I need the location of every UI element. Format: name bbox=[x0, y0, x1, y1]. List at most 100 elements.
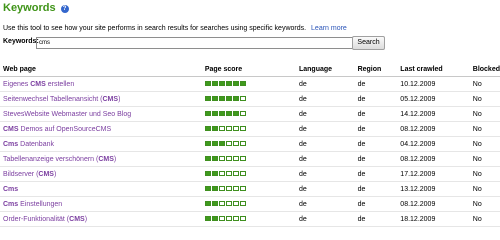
web-page-text-suffix: erstellen bbox=[45, 80, 75, 88]
score-segment bbox=[218, 96, 225, 102]
web-page-text: StevesWebsite Webmaster und Seo Blog bbox=[3, 110, 132, 118]
score-segment bbox=[225, 111, 232, 117]
score-segment bbox=[232, 201, 239, 207]
search-button[interactable]: Search bbox=[352, 36, 385, 50]
page-score-cell bbox=[201, 76, 296, 92]
last-crawled-cell: 08.12.2009 bbox=[397, 121, 470, 137]
score-segment bbox=[225, 186, 232, 192]
column-header-web-page[interactable]: Web page bbox=[0, 62, 202, 77]
score-segment bbox=[239, 216, 246, 222]
web-page-link[interactable]: Tabellenanzeige verschönern (CMS) bbox=[0, 151, 202, 167]
web-page-link[interactable]: Cms Einstellungen bbox=[0, 196, 202, 212]
score-segment bbox=[232, 111, 239, 117]
web-page-keyword: CMS bbox=[30, 80, 46, 88]
score-segment bbox=[204, 201, 211, 207]
score-segment bbox=[211, 126, 218, 132]
score-segment bbox=[204, 126, 211, 132]
column-header-page-score[interactable]: Page score bbox=[201, 62, 296, 77]
web-page-link[interactable]: Order-Funktionalität (CMS) bbox=[0, 211, 202, 227]
web-page-keyword: Cms bbox=[3, 185, 19, 193]
description: Use this tool to see how your site perfo… bbox=[3, 25, 347, 32]
web-page-keyword: CMS bbox=[38, 170, 54, 178]
score-segment bbox=[239, 171, 246, 177]
score-segment bbox=[211, 216, 218, 222]
web-page-keyword: CMS bbox=[69, 215, 85, 223]
learn-more-link[interactable]: Learn more bbox=[311, 25, 347, 32]
score-segment bbox=[211, 171, 218, 177]
score-segment bbox=[225, 171, 232, 177]
score-segment bbox=[239, 156, 246, 162]
page-score-bar bbox=[204, 96, 246, 102]
score-segment bbox=[204, 96, 211, 102]
region-cell: de bbox=[354, 136, 398, 152]
language-cell: de bbox=[295, 76, 355, 92]
score-segment bbox=[239, 186, 246, 192]
score-segment bbox=[211, 156, 218, 162]
language-cell: de bbox=[295, 136, 355, 152]
web-page-text: Eigenes bbox=[3, 80, 31, 88]
web-page-link[interactable]: CMS Demos auf OpenSourceCMS bbox=[0, 121, 202, 137]
region-cell: de bbox=[354, 211, 398, 227]
page-score-bar bbox=[204, 201, 246, 207]
web-page-link[interactable]: StevesWebsite Webmaster und Seo Blog bbox=[0, 106, 202, 122]
score-segment bbox=[218, 141, 225, 147]
last-crawled-cell: 17.12.2009 bbox=[397, 166, 470, 182]
region-cell: de bbox=[354, 91, 398, 107]
blocked-cell: No bbox=[469, 196, 500, 212]
page-score-bar bbox=[204, 216, 246, 222]
column-header-region[interactable]: Region bbox=[354, 62, 398, 77]
last-crawled-cell: 05.12.2009 bbox=[397, 91, 470, 107]
score-segment bbox=[204, 111, 211, 117]
web-page-link[interactable]: Eigenes CMS erstellen bbox=[0, 76, 202, 92]
region-cell: de bbox=[354, 151, 398, 167]
column-header-blocked[interactable]: Blocked bbox=[469, 62, 500, 77]
region-cell: de bbox=[354, 106, 398, 122]
page-score-cell bbox=[201, 91, 296, 107]
help-icon[interactable]: ? bbox=[60, 5, 69, 13]
score-segment bbox=[218, 171, 225, 177]
web-page-link[interactable]: Cms bbox=[0, 181, 202, 197]
blocked-cell: No bbox=[469, 166, 500, 182]
score-segment bbox=[211, 111, 218, 117]
web-page-link[interactable]: Bildserver (CMS) bbox=[0, 166, 202, 182]
page-score-cell bbox=[201, 196, 296, 212]
score-segment bbox=[232, 156, 239, 162]
score-segment bbox=[218, 216, 225, 222]
score-segment bbox=[225, 96, 232, 102]
score-segment bbox=[225, 156, 232, 162]
results-table: Web page Page score Language Region Last… bbox=[0, 62, 500, 227]
table-row: StevesWebsite Webmaster und Seo Blog de de… bbox=[0, 106, 500, 122]
blocked-cell: No bbox=[469, 121, 500, 137]
page-score-cell bbox=[201, 106, 296, 122]
last-crawled-cell: 10.12.2009 bbox=[397, 76, 470, 92]
web-page-link[interactable]: Seitenwechsel Tabellenansicht (CMS) bbox=[0, 91, 202, 107]
score-segment bbox=[225, 126, 232, 132]
keywords-input[interactable]: cms bbox=[36, 37, 354, 49]
score-segment bbox=[225, 141, 232, 147]
score-segment bbox=[225, 201, 232, 207]
score-segment bbox=[239, 201, 246, 207]
page-score-bar bbox=[204, 171, 246, 177]
blocked-cell: No bbox=[469, 136, 500, 152]
page-score-bar bbox=[204, 126, 246, 132]
language-cell: de bbox=[295, 196, 355, 212]
web-page-text: Bildserver ( bbox=[3, 170, 39, 178]
last-crawled-cell: 13.12.2009 bbox=[397, 181, 470, 197]
web-page-link[interactable]: Cms Datenbank bbox=[0, 136, 202, 152]
keywords-label: Keywords: bbox=[3, 38, 39, 45]
region-cell: de bbox=[354, 166, 398, 182]
description-text: Use this tool to see how your site perfo… bbox=[3, 25, 307, 32]
language-cell: de bbox=[295, 166, 355, 182]
blocked-cell: No bbox=[469, 76, 500, 92]
blocked-cell: No bbox=[469, 151, 500, 167]
page-score-cell bbox=[201, 136, 296, 152]
language-cell: de bbox=[295, 211, 355, 227]
last-crawled-cell: 14.12.2009 bbox=[397, 106, 470, 122]
score-segment bbox=[218, 81, 225, 87]
column-header-language[interactable]: Language bbox=[295, 62, 355, 77]
column-header-last-crawled[interactable]: Last crawled bbox=[397, 62, 470, 77]
score-segment bbox=[225, 216, 232, 222]
score-segment bbox=[232, 96, 239, 102]
web-page-text-suffix: Einstellungen bbox=[18, 200, 63, 208]
score-segment bbox=[239, 141, 246, 147]
